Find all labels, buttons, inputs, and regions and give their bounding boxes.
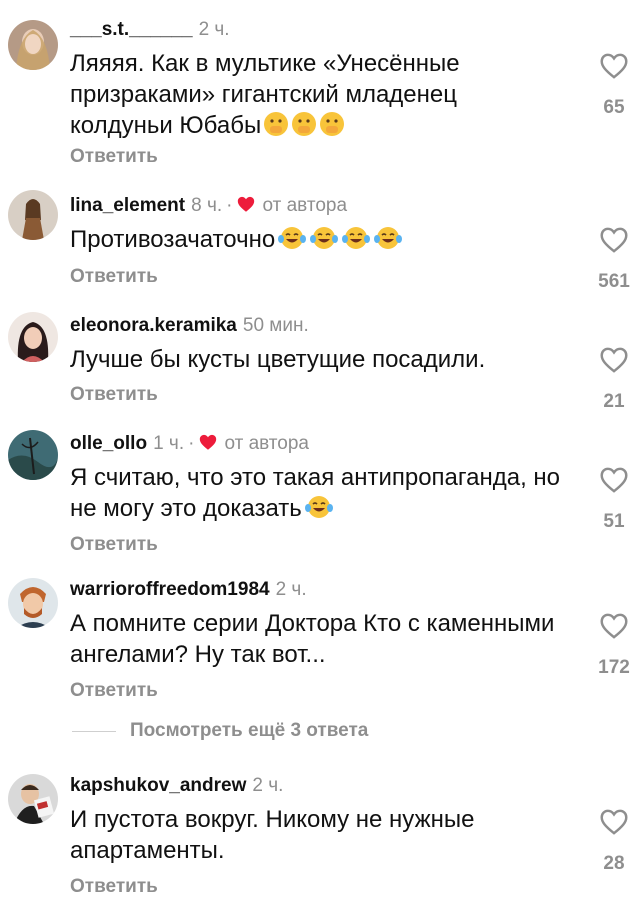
heart-outline-icon[interactable]	[599, 346, 629, 373]
tears-of-joy-emoji	[304, 494, 334, 528]
heart-outline-icon[interactable]	[599, 226, 629, 253]
comment-meta: olle_ollo 1 ч. · от автора	[70, 432, 309, 458]
comment-text: Я считаю, что это такая антипропаганда, …	[70, 462, 560, 528]
heart-filled-icon	[198, 433, 218, 458]
comment-time: 50 мин.	[242, 315, 309, 336]
avatar[interactable]	[8, 190, 58, 240]
separator-dot: ·	[188, 433, 195, 454]
heart-outline-icon[interactable]	[599, 466, 629, 493]
tears-of-joy-emoji	[277, 225, 307, 259]
comment-text: Противозачаточно	[70, 224, 560, 259]
avatar[interactable]	[8, 312, 58, 362]
comment-meta: kapshukov_andrew 2 ч.	[70, 774, 283, 798]
comment-time: 2 ч.	[252, 775, 284, 796]
avatar[interactable]	[8, 774, 58, 824]
like-button[interactable]: 172	[592, 612, 636, 679]
heart-outline-icon[interactable]	[599, 808, 629, 835]
avatar[interactable]	[8, 430, 58, 480]
avatar[interactable]	[8, 578, 58, 628]
like-count: 21	[603, 391, 625, 412]
tears-of-joy-emoji	[373, 225, 403, 259]
reply-button[interactable]: Ответить	[70, 534, 158, 556]
comment-time: 2 ч.	[275, 579, 307, 600]
shushing-face-emoji	[291, 111, 317, 145]
shushing-face-emoji	[319, 111, 345, 145]
comment-text-content: А помните серии Доктора Кто с каменными …	[70, 610, 555, 668]
username[interactable]: olle_ollo	[70, 433, 147, 454]
heart-outline-icon[interactable]	[599, 52, 629, 79]
divider-line	[72, 731, 116, 732]
view-more-replies-label[interactable]: Посмотреть ещё 3 ответа	[130, 720, 368, 742]
like-count: 28	[603, 853, 625, 874]
username[interactable]: ___s.t.______	[70, 19, 193, 40]
reply-button[interactable]: Ответить	[70, 680, 158, 702]
comment-text-content: Противозачаточно	[70, 226, 276, 253]
tears-of-joy-emoji	[309, 225, 339, 259]
comment-time: 1 ч.	[153, 433, 185, 454]
like-count: 172	[598, 657, 630, 678]
like-count: 561	[598, 271, 630, 292]
reply-button[interactable]: Ответить	[70, 266, 158, 288]
comment-text: А помните серии Доктора Кто с каменными …	[70, 608, 560, 670]
comment-time: 2 ч.	[198, 19, 230, 40]
comment-text-content: Лучше бы кусты цветущие посадили.	[70, 346, 486, 373]
comment-text: И пустота вокруг. Никому не нужные апарт…	[70, 804, 560, 866]
heart-filled-icon	[236, 195, 256, 220]
heart-outline-icon[interactable]	[599, 612, 629, 639]
username[interactable]: lina_element	[70, 195, 185, 216]
reply-button[interactable]: Ответить	[70, 876, 158, 898]
comment-text: Ляяяя. Как в мультике «Унесённые призрак…	[70, 48, 560, 145]
separator-dot: ·	[226, 195, 233, 216]
comment-meta: ___s.t.______ 2 ч.	[70, 18, 230, 42]
username[interactable]: warrioroffreedom1984	[70, 579, 270, 600]
username[interactable]: eleonora.keramika	[70, 315, 237, 336]
like-count: 65	[603, 97, 625, 118]
comment-text: Лучше бы кусты цветущие посадили.	[70, 344, 560, 375]
comment-meta: lina_element 8 ч. · от автора	[70, 194, 347, 220]
reply-button[interactable]: Ответить	[70, 146, 158, 168]
like-button[interactable]: 65	[592, 52, 636, 119]
shushing-face-emoji	[263, 111, 289, 145]
like-count: 51	[603, 511, 625, 532]
liked-by-author-label: от автора	[224, 433, 310, 454]
avatar[interactable]	[8, 20, 58, 70]
comment-text-content: И пустота вокруг. Никому не нужные апарт…	[70, 806, 475, 864]
view-more-replies-button[interactable]: Посмотреть ещё 3 ответа	[0, 718, 640, 746]
like-button[interactable]: 51	[592, 466, 636, 533]
liked-by-author-label: от автора	[262, 195, 348, 216]
tears-of-joy-emoji	[341, 225, 371, 259]
comment-meta: eleonora.keramika 50 мин.	[70, 314, 309, 338]
like-button[interactable]: 28	[592, 808, 636, 875]
like-button[interactable]: 21	[592, 346, 636, 413]
reply-button[interactable]: Ответить	[70, 384, 158, 406]
comment-time: 8 ч.	[191, 195, 223, 216]
username[interactable]: kapshukov_andrew	[70, 775, 246, 796]
like-button[interactable]: 561	[592, 226, 636, 293]
comment-meta: warrioroffreedom1984 2 ч.	[70, 578, 307, 602]
